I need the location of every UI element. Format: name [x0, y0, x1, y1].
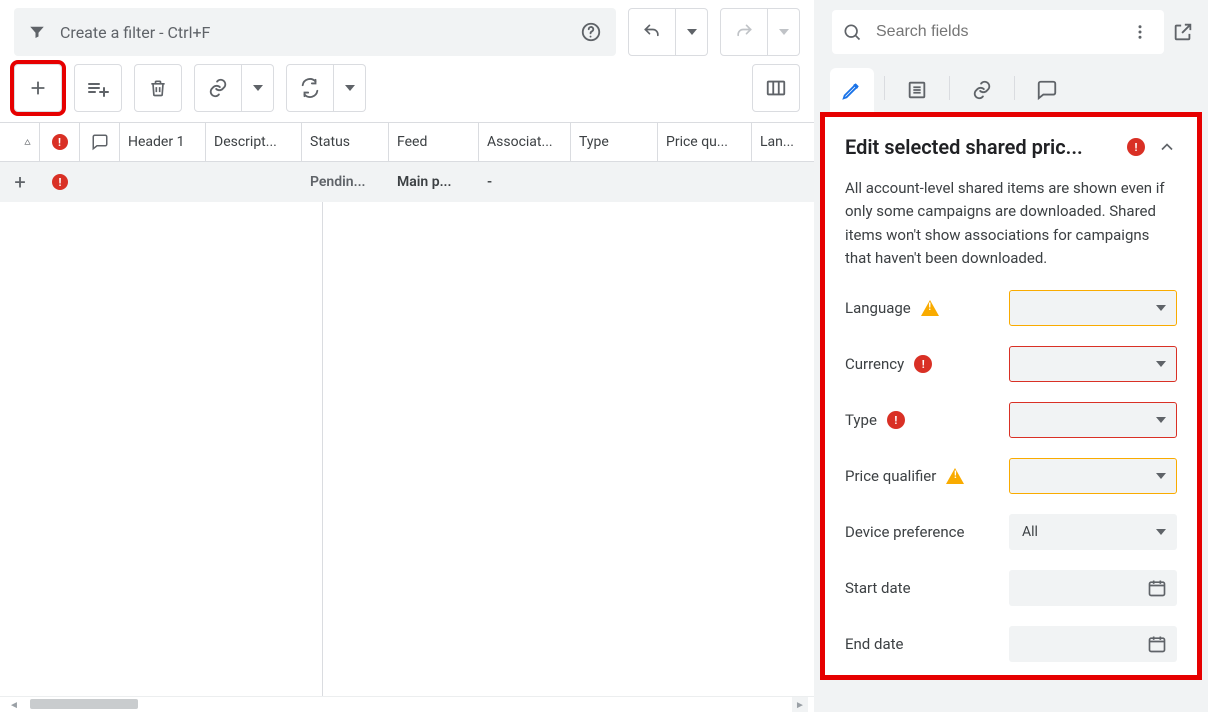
panel-error-icon — [1127, 138, 1145, 156]
row-error-icon — [52, 174, 68, 190]
select-device-preference[interactable]: All — [1009, 514, 1177, 550]
col-feed[interactable]: Feed — [389, 123, 479, 161]
tab-comment[interactable] — [1025, 68, 1069, 112]
select-price-qualifier[interactable] — [1009, 458, 1177, 494]
scroll-right-icon[interactable]: ► — [792, 697, 808, 712]
help-icon[interactable] — [580, 21, 602, 43]
undo-dropdown[interactable] — [676, 8, 708, 56]
label-start-date: Start date — [845, 579, 911, 597]
label-price-qualifier: Price qualifier — [845, 467, 936, 485]
filter-placeholder: Create a filter - Ctrl+F — [60, 23, 566, 42]
input-end-date[interactable] — [1009, 626, 1177, 662]
link-dropdown[interactable] — [242, 64, 274, 112]
grid-body — [0, 202, 814, 696]
chevron-down-icon — [1156, 361, 1166, 367]
replace-dropdown[interactable] — [334, 64, 366, 112]
undo-button[interactable] — [628, 8, 676, 56]
col-status[interactable]: Status — [302, 123, 389, 161]
error-icon — [52, 134, 68, 150]
input-start-date[interactable] — [1009, 570, 1177, 606]
calendar-icon — [1147, 634, 1167, 654]
delete-button[interactable] — [134, 64, 182, 112]
horizontal-scrollbar[interactable]: ◄ ► — [0, 696, 814, 712]
tab-link[interactable] — [960, 68, 1004, 112]
search-fields-box[interactable] — [832, 10, 1164, 54]
redo-dropdown — [768, 8, 800, 56]
warning-icon — [921, 300, 939, 316]
col-comment[interactable] — [80, 123, 120, 161]
label-end-date: End date — [845, 635, 903, 653]
col-type[interactable]: Type — [571, 123, 658, 161]
label-language: Language — [845, 299, 911, 317]
select-device-preference-value: All — [1022, 524, 1038, 540]
select-currency[interactable] — [1009, 346, 1177, 382]
panel-description: All account-level shared items are shown… — [845, 177, 1177, 270]
link-button[interactable] — [194, 64, 242, 112]
cell-status: Pendin... — [302, 162, 389, 202]
panel-tabs — [814, 64, 1208, 112]
chevron-down-icon — [1156, 473, 1166, 479]
col-header1[interactable]: Header 1 — [120, 123, 206, 161]
tab-list[interactable] — [895, 68, 939, 112]
error-icon — [887, 411, 905, 429]
open-external-icon[interactable] — [1172, 21, 1196, 43]
calendar-icon — [1147, 578, 1167, 598]
col-status-delta[interactable] — [0, 123, 40, 161]
search-icon — [842, 22, 862, 42]
tab-edit[interactable] — [830, 68, 874, 112]
col-associations[interactable]: Associat... — [479, 123, 571, 161]
more-icon[interactable] — [1126, 23, 1154, 41]
replace-button[interactable] — [286, 64, 334, 112]
chevron-down-icon — [1156, 305, 1166, 311]
panel-title: Edit selected shared pric... — [845, 135, 1115, 159]
columns-button[interactable] — [752, 64, 800, 112]
cell-feed: Main p... — [389, 162, 479, 202]
search-fields-input[interactable] — [874, 22, 1114, 42]
row-add-icon: + — [14, 170, 25, 194]
add-button[interactable] — [14, 64, 62, 112]
col-price-qualifier[interactable]: Price qu... — [658, 123, 752, 161]
scroll-left-icon[interactable]: ◄ — [6, 697, 22, 712]
chevron-down-icon — [1156, 417, 1166, 423]
funnel-icon — [28, 23, 46, 41]
filter-bar[interactable]: Create a filter - Ctrl+F — [14, 8, 616, 56]
grid-header: Header 1 Descript... Status Feed Associa… — [0, 122, 814, 162]
label-currency: Currency — [845, 355, 904, 373]
scroll-thumb[interactable] — [30, 699, 138, 709]
error-icon — [914, 355, 932, 373]
redo-split — [720, 8, 800, 56]
label-device-preference: Device preference — [845, 523, 964, 541]
redo-button — [720, 8, 768, 56]
select-language[interactable] — [1009, 290, 1177, 326]
undo-split — [628, 8, 708, 56]
replace-split — [286, 64, 366, 112]
panel-collapse-button[interactable] — [1157, 137, 1177, 157]
add-multiple-button[interactable] — [74, 64, 122, 112]
link-split — [194, 64, 274, 112]
warning-icon — [946, 468, 964, 484]
grid-row[interactable]: + Pendin... Main p... - — [0, 162, 814, 202]
col-language[interactable]: Lan... — [752, 123, 800, 161]
cell-assoc: - — [479, 162, 571, 202]
select-type[interactable] — [1009, 402, 1177, 438]
chevron-down-icon — [1156, 529, 1166, 535]
col-error[interactable] — [40, 123, 80, 161]
label-type: Type — [845, 411, 877, 429]
col-description[interactable]: Descript... — [206, 123, 302, 161]
edit-panel-highlight: Edit selected shared pric... All account… — [820, 112, 1202, 680]
